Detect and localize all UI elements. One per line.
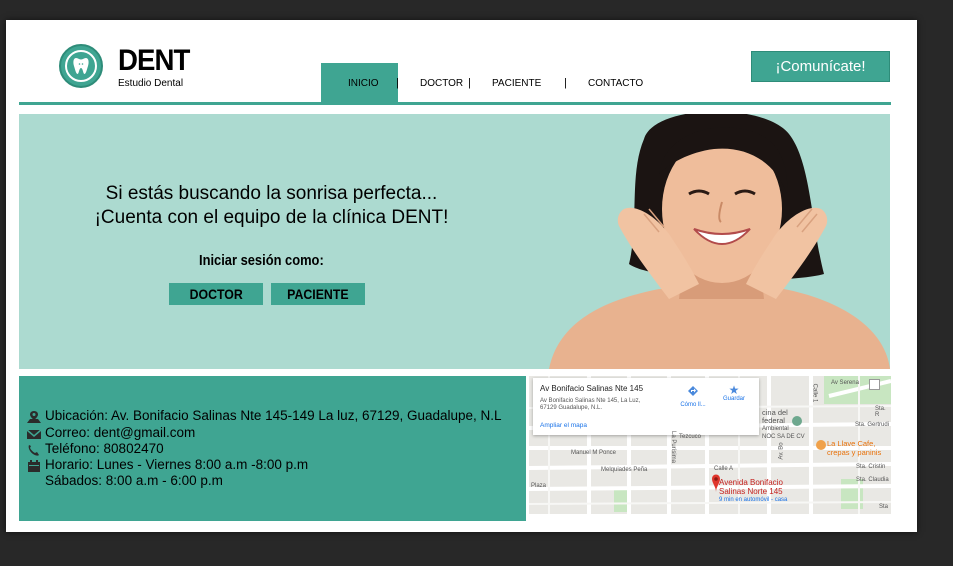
contact-email[interactable]: Correo: dent@gmail.com xyxy=(45,425,195,440)
map-info-card: Av Bonifacio Salinas Nte 145 Av Bonifaci… xyxy=(533,378,759,435)
nav-separator: | xyxy=(564,77,567,89)
phone-icon xyxy=(28,445,39,456)
map-fullscreen-button[interactable] xyxy=(869,379,880,390)
map-poi-cafe[interactable]: La Llave Cafe, crepas y paninis xyxy=(827,439,881,457)
map-street-label: Tezcuco xyxy=(679,434,702,440)
doctor-login-button[interactable]: DOCTOR xyxy=(169,283,263,305)
map-street-label: Manuel M Ponce xyxy=(571,450,617,456)
map-street-label: Sta xyxy=(879,504,889,510)
map-street-label: Melquiades Peña xyxy=(601,467,648,473)
header-divider xyxy=(19,102,891,105)
nav-item-doctor[interactable]: DOCTOR xyxy=(420,78,463,89)
contact-cta-button[interactable]: ¡Comunícate! xyxy=(751,51,890,82)
contact-location: Ubicación: Av. Bonifacio Salinas Nte 145… xyxy=(45,408,502,423)
map-street-label: Sta. R xyxy=(875,406,886,418)
map-street-label: Calle 1 xyxy=(811,383,818,403)
contact-saturday-hours: Sábados: 8:00 a.m - 6:00 p.m xyxy=(45,473,223,488)
nav-item-contacto[interactable]: CONTACTO xyxy=(588,78,643,89)
map-poi-office: cina del federal Ambiental NOC SA DE CV xyxy=(762,408,805,441)
brand-subtitle: Estudio Dental xyxy=(118,78,184,89)
contact-hours: Horario: Lunes - Viernes 8:00 a.m -8:00 … xyxy=(45,457,309,472)
map-address-line1: Av Bonifacio Salinas Nte 145, La Luz, xyxy=(540,398,641,404)
map-expand-link[interactable]: Ampliar el mapa xyxy=(540,422,587,429)
mail-icon xyxy=(26,429,42,439)
hero-banner: Si estás buscando la sonrisa perfecta...… xyxy=(19,114,890,369)
hero-headline-2: ¡Cuenta con el equipo de la clínica DENT… xyxy=(94,207,449,228)
map-street-label: Calle A xyxy=(714,466,734,472)
page: DENT Estudio Dental INICIO | DOCTOR | PA… xyxy=(6,20,917,532)
brand-name[interactable]: DENT xyxy=(118,46,190,76)
contact-phone[interactable]: Teléfono: 80802470 xyxy=(45,441,164,456)
map-street-label: Sta. Cristin xyxy=(856,464,886,470)
logo-tooth-icon[interactable] xyxy=(59,44,103,88)
map-street-label: Plaza xyxy=(531,483,547,489)
map-street-label: Av. Bo xyxy=(778,442,785,460)
calendar-icon xyxy=(28,460,40,472)
map-pin-label: Avenida Bonifacio Salinas Norte 145 9 mi… xyxy=(719,478,788,503)
nav-separator: | xyxy=(468,77,471,89)
hero-headline-1: Si estás buscando la sonrisa perfecta... xyxy=(105,183,438,204)
login-label: Iniciar sesión como: xyxy=(199,252,324,269)
location-pin-icon xyxy=(27,411,41,423)
nav-item-inicio[interactable]: INICIO xyxy=(348,78,379,89)
patient-login-button[interactable]: PACIENTE xyxy=(271,283,365,305)
map-place-title: Av Bonifacio Salinas Nte 145 xyxy=(540,384,644,393)
google-map-embed[interactable]: Av Bonifacio Salinas Nte 145 Av Bonifaci… xyxy=(529,376,891,514)
map-street-label: Sta. Gertrudi xyxy=(855,422,890,428)
map-street-label: Sta. Claudia xyxy=(856,477,889,483)
map-save-button[interactable]: ★ Guardar xyxy=(719,384,749,402)
nav-item-paciente[interactable]: PACIENTE xyxy=(492,78,541,89)
map-address-line2: 67129 Guadalupe, N.L. xyxy=(540,405,603,411)
map-street-label: La Purísima xyxy=(670,430,677,464)
nav-separator: | xyxy=(396,77,399,89)
contact-info-panel: Ubicación: Av. Bonifacio Salinas Nte 145… xyxy=(19,376,526,521)
map-street-label: Av Serena xyxy=(831,380,859,386)
directions-icon xyxy=(688,386,698,396)
map-directions-button[interactable]: Cómo ll... xyxy=(678,384,708,408)
smiling-woman-photo xyxy=(549,114,890,369)
star-icon: ★ xyxy=(728,383,740,397)
